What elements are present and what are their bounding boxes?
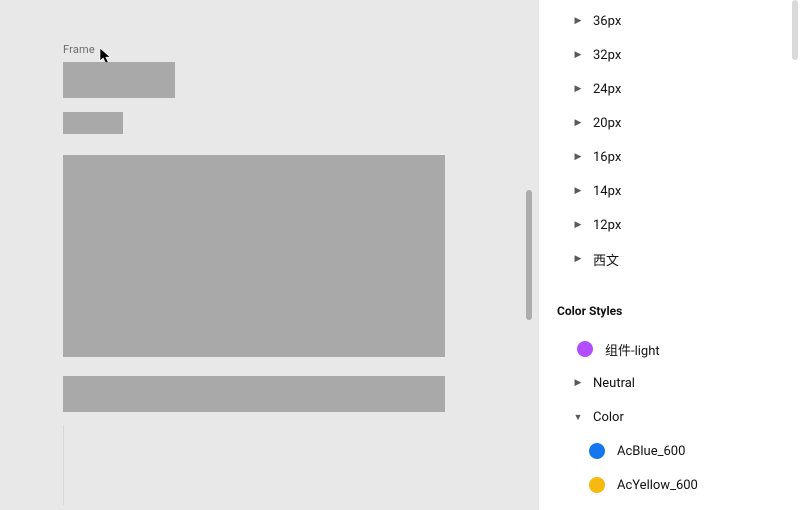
spacing-item-label: 20px <box>593 116 621 131</box>
chevron-right-icon: ▶ <box>573 254 583 264</box>
chevron-right-icon: ▶ <box>573 16 583 26</box>
chevron-right-icon: ▶ <box>573 220 583 230</box>
color-item[interactable]: AcBlue_600 <box>539 434 800 468</box>
spacing-item[interactable]: ▶ 24px <box>539 72 800 106</box>
placeholder-block[interactable] <box>63 112 123 134</box>
spacing-item-label: 24px <box>593 82 621 97</box>
styles-panel: ▶ 36px ▶ 32px ▶ 24px ▶ 20px ▶ 16px ▶ 14p… <box>538 0 800 510</box>
spacing-item[interactable]: ▶ 36px <box>539 4 800 38</box>
canvas[interactable]: Frame <box>0 0 538 510</box>
color-item-label: AcBlue_600 <box>617 444 685 459</box>
chevron-right-icon: ▶ <box>573 152 583 162</box>
color-swatch-icon <box>577 341 593 357</box>
color-item[interactable]: AcYellow_600 <box>539 468 800 502</box>
color-item[interactable]: 组件-light <box>539 332 800 366</box>
color-item[interactable]: ▶ Neutral <box>539 366 800 400</box>
panel-scrollbar-thumb[interactable] <box>792 0 798 60</box>
color-styles-heading: Color Styles <box>539 276 800 332</box>
color-swatch-icon <box>589 443 605 459</box>
chevron-right-icon: ▶ <box>573 84 583 94</box>
placeholder-block[interactable] <box>63 155 445 357</box>
chevron-right-icon: ▶ <box>573 50 583 60</box>
chevron-down-icon: ▼ <box>573 412 583 423</box>
color-item-label: Color <box>593 410 624 425</box>
spacing-item[interactable]: ▶ 32px <box>539 38 800 72</box>
spacing-item-label: 36px <box>593 14 621 29</box>
spacing-item[interactable]: ▶ 16px <box>539 140 800 174</box>
chevron-right-icon: ▶ <box>573 186 583 196</box>
color-item-label: Neutral <box>593 376 635 391</box>
color-item-label: AcYellow_600 <box>617 478 698 493</box>
placeholder-block[interactable] <box>63 376 445 412</box>
canvas-scrollbar-thumb[interactable] <box>526 190 532 320</box>
spacing-item[interactable]: ▶ 14px <box>539 174 800 208</box>
spacing-item-label: 32px <box>593 48 621 63</box>
spacing-item[interactable]: ▶ 西文 <box>539 242 800 276</box>
spacing-item[interactable]: ▶ 20px <box>539 106 800 140</box>
frame-label[interactable]: Frame <box>63 43 95 56</box>
styles-list: ▶ 36px ▶ 32px ▶ 24px ▶ 20px ▶ 16px ▶ 14p… <box>539 2 800 510</box>
spacing-item-label: 16px <box>593 150 621 165</box>
chevron-right-icon: ▶ <box>573 378 583 388</box>
chevron-right-icon: ▶ <box>573 118 583 128</box>
spacing-item-label: 西文 <box>593 250 619 269</box>
spacing-item-label: 12px <box>593 218 621 233</box>
color-item[interactable]: ▼ Color <box>539 400 800 434</box>
color-item-label: 组件-light <box>605 340 660 359</box>
guide-line <box>63 425 64 505</box>
spacing-item-label: 14px <box>593 184 621 199</box>
placeholder-block[interactable] <box>63 62 175 98</box>
spacing-item[interactable]: ▶ 12px <box>539 208 800 242</box>
color-swatch-icon <box>589 477 605 493</box>
